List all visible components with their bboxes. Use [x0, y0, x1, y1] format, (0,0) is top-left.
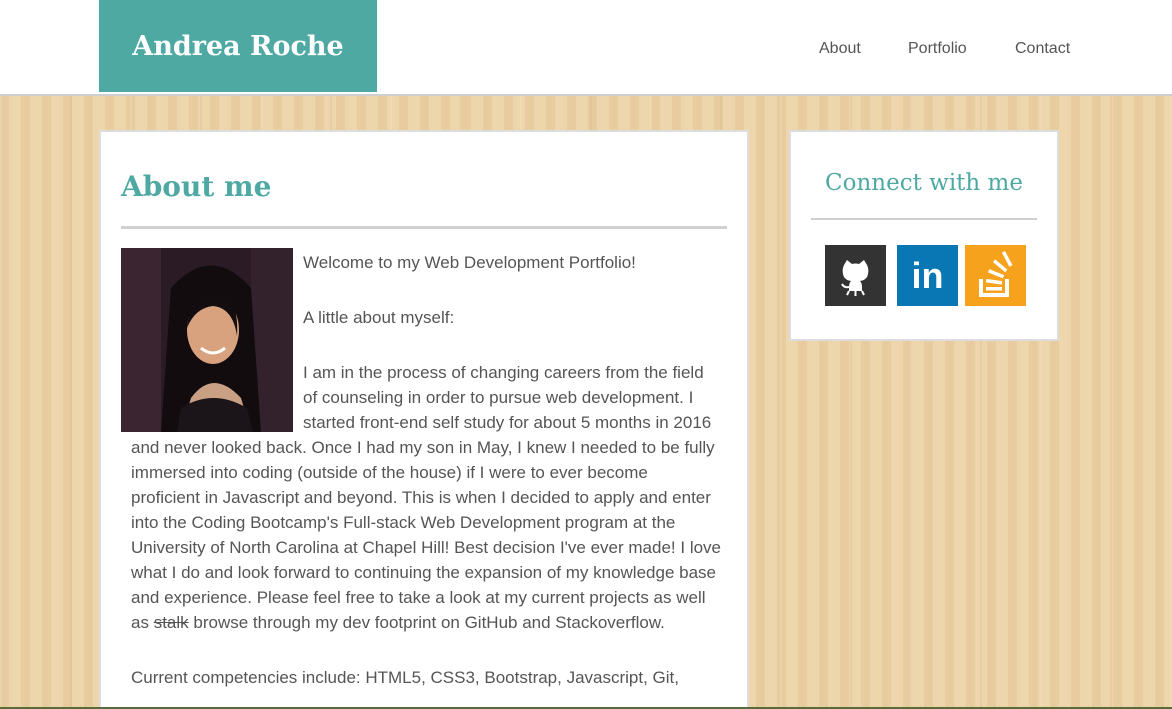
github-link[interactable]: [825, 245, 886, 306]
about-card: About me Welcome to my Web Development P…: [99, 130, 749, 709]
about-competencies: Current competencies include: HTML5, CSS…: [131, 668, 680, 687]
nav-link-portfolio[interactable]: Portfolio: [908, 40, 967, 58]
brand-name: Andrea Roche: [132, 30, 344, 62]
about-title: About me: [121, 170, 272, 203]
connect-title: Connect with me: [825, 170, 1023, 196]
nav-link-about[interactable]: About: [819, 40, 861, 58]
strikethrough-word: stalk: [153, 613, 189, 632]
about-body: Welcome to my Web Development Portfolio!…: [131, 248, 721, 709]
stackoverflow-link[interactable]: [965, 245, 1026, 306]
linkedin-icon: in: [911, 254, 944, 296]
nav-link-contact[interactable]: Contact: [1015, 40, 1070, 58]
stackoverflow-icon: [965, 250, 1026, 310]
top-navbar: Andrea Roche About Portfolio Contact: [0, 0, 1172, 96]
github-icon: [825, 260, 886, 310]
brand-logo-link[interactable]: Andrea Roche: [99, 0, 377, 92]
linkedin-link[interactable]: in: [897, 245, 958, 306]
connect-card: Connect with me in: [789, 130, 1059, 341]
about-title-divider: [121, 226, 727, 229]
connect-title-divider: [811, 218, 1037, 220]
